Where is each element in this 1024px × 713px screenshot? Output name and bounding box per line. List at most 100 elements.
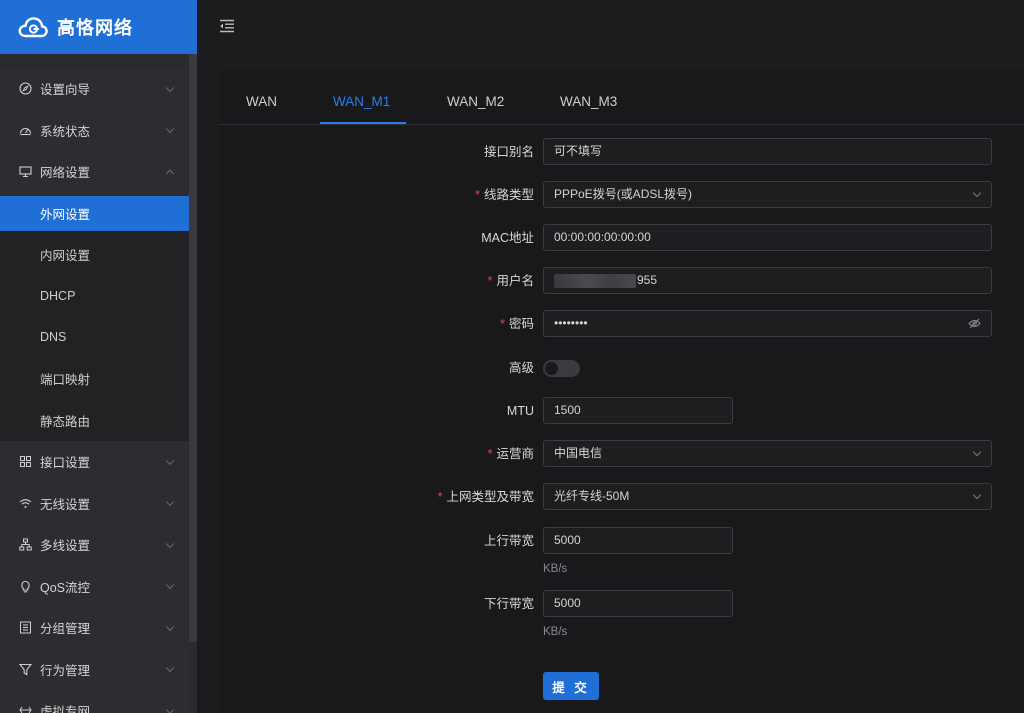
menu-collapse-icon[interactable] [219,19,235,33]
password-masked-value: •••••••• [554,316,588,330]
vpn-icon [19,706,32,713]
password-input[interactable]: •••••••• [543,310,992,337]
mac-input[interactable]: 00:00:00:00:00:00 [543,224,992,251]
upload-label: 上行带宽 [484,527,534,555]
alias-label-text: 接口别名 [483,145,534,159]
sidebar-item-system-status[interactable]: 系统状态 [0,110,189,152]
alias-label: 接口别名 [484,138,534,166]
brand-name: 高恪网络 [57,18,133,38]
chevron-down-icon [165,124,175,134]
redacted-text [554,273,636,288]
mtu-row: MTU 1500 [219,397,1024,425]
mtu-input[interactable]: 1500 [543,397,733,424]
sidebar-item-wireless-settings[interactable]: 无线设置 [0,483,189,525]
download-label-text: 下行带宽 [483,597,534,611]
sidebar-scrollbar[interactable] [189,54,197,642]
required-asterisk: * [487,447,493,461]
sidebar-subitem-label: DHCP [40,288,76,303]
sidebar-subitem-dns[interactable]: DNS [0,317,189,359]
sidebar-subitem-label: 静态路由 [40,414,91,429]
sidebar-subitem-label: DNS [40,330,67,345]
sidebar-item-setup-wizard[interactable]: 设置向导 [0,68,189,110]
sidebar-subitem-wan[interactable]: 外网设置 [0,195,189,231]
sidebar-item-multi-line[interactable]: 多线设置 [0,524,189,566]
isp-value: 中国电信 [554,446,603,460]
sidebar-subitem-label: 外网设置 [40,207,91,222]
sidebar-item-vpn[interactable]: 虚拟专网 [0,690,189,713]
mtu-label: MTU [507,397,534,425]
wifi-icon [19,498,32,508]
required-asterisk: * [500,317,505,331]
mac-label: MAC地址 [481,224,534,252]
sidebar-item-interface-settings[interactable]: 接口设置 [0,441,189,483]
chevron-down-icon [972,188,982,198]
download-label: 下行带宽 [484,590,534,618]
sidebar-item-network-settings[interactable]: 网络设置 [0,151,189,193]
username-label-text: 用户名 [496,274,534,288]
grid-icon [20,456,31,468]
chevron-down-icon [165,622,175,631]
chevron-up-icon [165,169,175,178]
line-type-value: PPPoE拨号(或ADSL拨号) [554,187,693,201]
network-settings-submenu: 外网设置 内网设置 DHCP DNS 端口映射 静态路由 [0,195,189,442]
sidebar-subitem-label: 端口映射 [40,373,91,388]
submit-button[interactable]: 提 交 [543,672,599,700]
access-type-value: 光纤专线-50M [554,489,630,503]
tab-wan-m1[interactable]: WAN_M1 [333,94,390,109]
sidebar-subitem-lan[interactable]: 内网设置 [0,234,189,276]
line-type-select[interactable]: PPPoE拨号(或ADSL拨号) [543,181,992,208]
tab-wan-m3[interactable]: WAN_M3 [560,94,617,109]
sidebar-subitem-port-mapping[interactable]: 端口映射 [0,358,189,400]
sidebar-subitem-dhcp[interactable]: DHCP [0,275,189,317]
username-label: * 用户名 [488,267,534,295]
compass-icon [19,82,32,95]
eye-hidden-icon[interactable] [968,318,981,329]
sidebar-subitem-static-route[interactable]: 静态路由 [0,400,189,442]
dashboard-icon [19,127,32,135]
download-unit: KB/s [543,626,568,638]
isp-select[interactable]: 中国电信 [543,440,992,467]
upload-label-text: 上行带宽 [483,534,534,548]
sidebar-subitem-label: 内网设置 [40,248,91,263]
advanced-toggle[interactable] [543,360,580,377]
active-tab-indicator [320,122,406,124]
sidebar-item-qos[interactable]: QoS流控 [0,566,189,608]
username-input[interactable]: 955 [543,267,992,294]
bulb-icon [21,580,30,593]
access-type-row: * 上网类型及带宽 光纤专线-50M [219,483,1024,511]
filter-icon [19,663,32,676]
line-type-label: * 线路类型 [475,181,534,209]
tab-wan[interactable]: WAN [246,94,277,109]
download-row: 下行带宽 5000 [219,590,1024,618]
wan-tabs: WAN WAN_M1 WAN_M2 WAN_M3 [219,70,1024,125]
download-bandwidth-input[interactable]: 5000 [543,590,733,617]
sidebar-item-behavior-management[interactable]: 行为管理 [0,649,189,691]
sidebar-item-label: 虚拟专网 [40,705,91,713]
upload-bandwidth-input[interactable]: 5000 [543,527,733,554]
password-label: * 密码 [500,310,534,338]
upload-row: 上行带宽 5000 [219,527,1024,555]
alias-input[interactable]: 可不填写 [543,138,992,165]
sidebar-item-group-management[interactable]: 分组管理 [0,607,189,649]
sidebar-menu: 设置向导 系统状态 网络设置 外网设置 内网设置 DHCP DNS 端口映射 静… [0,68,189,713]
password-row: * 密码 •••••••• [219,310,1024,338]
access-type-select[interactable]: 光纤专线-50M [543,483,992,510]
wan-settings-panel: WAN WAN_M1 WAN_M2 WAN_M3 接口别名 可不填写 * 线路类型… [219,70,1024,713]
required-asterisk: * [487,274,493,288]
monitor-icon [19,166,32,178]
line-type-row: * 线路类型 PPPoE拨号(或ADSL拨号) [219,181,1024,209]
chevron-down-icon [165,705,175,713]
required-asterisk: * [475,188,480,202]
tab-wan-m2[interactable]: WAN_M2 [447,94,504,109]
required-asterisk: * [437,490,443,504]
chevron-down-icon [165,663,175,673]
sidebar-item-label: QoS流控 [40,580,91,595]
sidebar-item-label: 分组管理 [40,622,91,637]
isp-label-text: 运营商 [496,447,534,461]
username-row: * 用户名 955 [219,267,1024,295]
username-value-suffix: 955 [637,273,658,287]
mtu-label-text: MTU [506,404,534,418]
sidebar-item-label: 无线设置 [40,497,91,512]
advanced-label: 高级 [509,354,534,382]
sidebar-item-label: 接口设置 [40,456,91,471]
